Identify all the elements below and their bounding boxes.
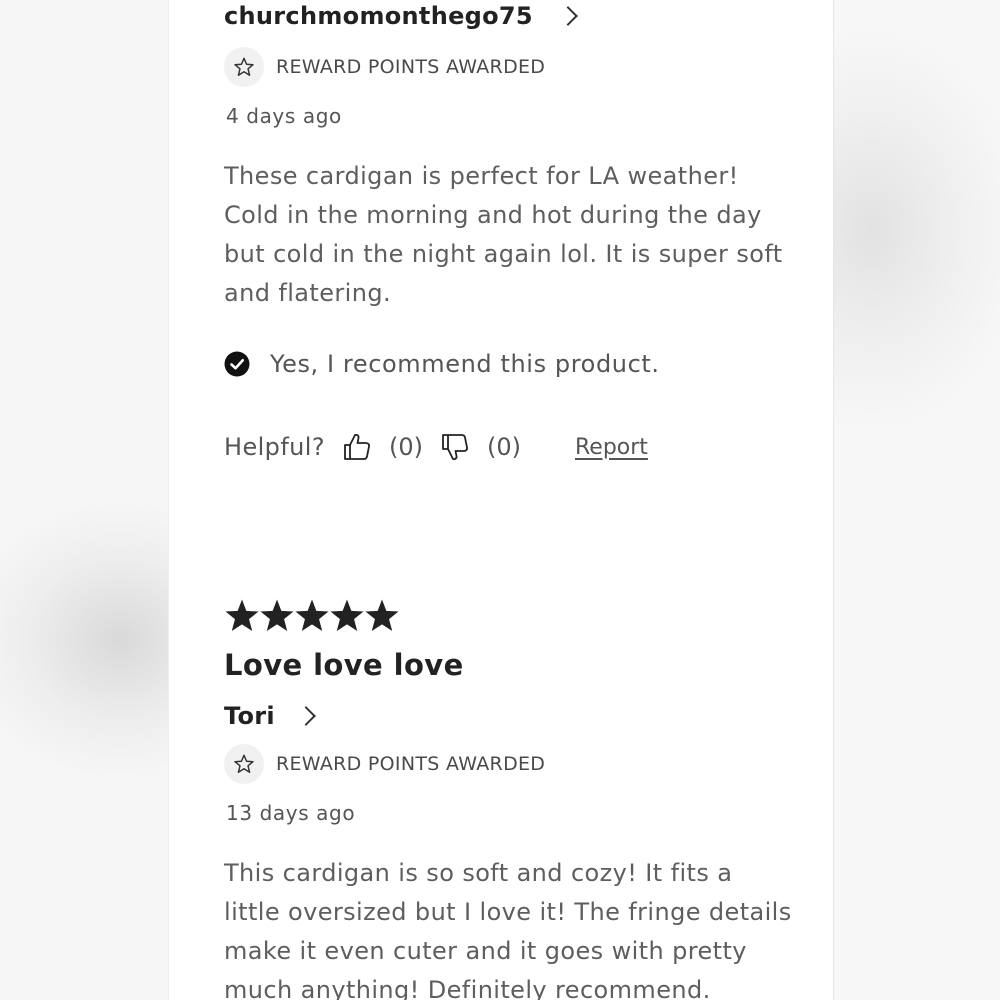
review-author-link[interactable]: churchmomonthego75 [224,2,578,30]
check-circle-icon [224,351,250,377]
thumbs-down-icon [442,434,468,461]
review-author: Tori [224,702,275,730]
recommendation-text: Yes, I recommend this product. [270,350,660,378]
star-outline-icon [224,47,264,87]
helpful-label: Helpful? [224,433,325,461]
star-icon [260,599,294,631]
star-rating [224,598,400,634]
review-body: This cardigan is so soft and cozy! It fi… [224,859,792,1000]
star-outline-icon [224,744,264,784]
star-icon [330,599,364,631]
reward-badge: REWARD POINTS AWARDED [224,47,545,87]
review-date: 4 days ago [226,104,342,128]
page-background-left [0,0,168,1000]
star-icon [225,599,259,631]
chevron-right-icon [296,706,316,726]
helpful-yes-count: (0) [388,433,423,461]
thumbs-up-button[interactable] [341,431,373,463]
thumbs-up-icon [344,433,370,460]
reward-badge: REWARD POINTS AWARDED [224,744,545,784]
review-author: churchmomonthego75 [224,2,533,30]
helpful-row: Helpful? (0) (0) Report [224,431,648,463]
review-body: These cardigan is perfect for LA weather… [224,162,783,307]
report-link[interactable]: Report [575,435,648,460]
thumbs-down-button[interactable] [439,431,471,463]
reward-badge-label: REWARD POINTS AWARDED [276,56,546,78]
helpful-no-count: (0) [486,433,521,461]
recommendation: Yes, I recommend this product. [224,350,660,378]
star-icon [295,599,329,631]
review-title: Love love love [224,648,464,682]
reward-badge-label: REWARD POINTS AWARDED [276,753,546,775]
review-author-link[interactable]: Tori [224,702,316,730]
chevron-right-icon [558,6,578,26]
reviews-list: churchmomonthego75 REWARD POINTS AWARDED… [168,0,834,1000]
review-date: 13 days ago [226,801,356,825]
page-background-right [832,0,1000,1000]
star-icon [365,599,399,631]
